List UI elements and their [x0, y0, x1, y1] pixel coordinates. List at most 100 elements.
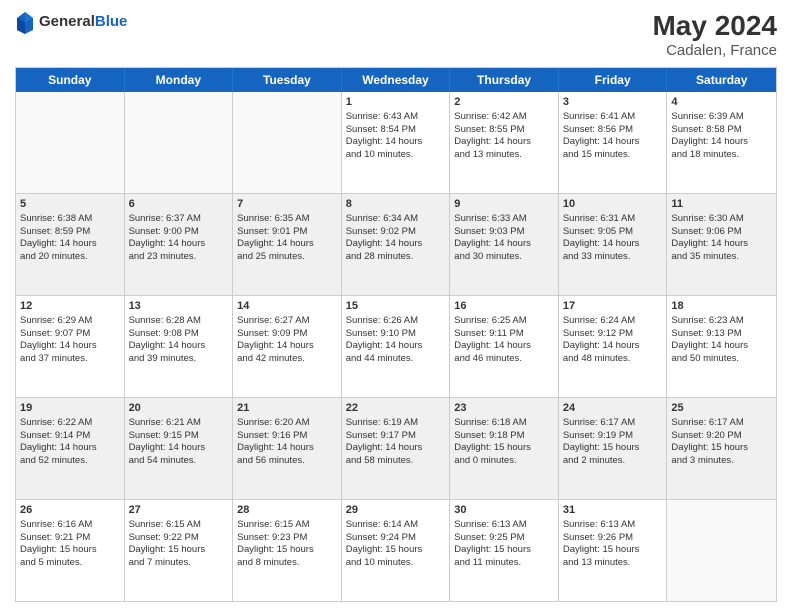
cell-line: Sunset: 9:09 PM — [237, 328, 337, 341]
cell-line: Sunrise: 6:39 AM — [671, 111, 772, 124]
cell-line: Sunset: 9:24 PM — [346, 532, 446, 545]
cell-line: Sunrise: 6:27 AM — [237, 315, 337, 328]
cell-line: Daylight: 14 hours — [563, 136, 663, 149]
cell-line: Daylight: 14 hours — [454, 136, 554, 149]
cell-line: Sunset: 9:17 PM — [346, 430, 446, 443]
cell-line: Sunset: 8:56 PM — [563, 124, 663, 137]
day-number: 18 — [671, 299, 772, 314]
cell-line: Sunrise: 6:14 AM — [346, 519, 446, 532]
cell-line: and 56 minutes. — [237, 455, 337, 468]
cell-line: and 30 minutes. — [454, 251, 554, 264]
cell-line: Sunset: 9:00 PM — [129, 226, 229, 239]
cell-line: and 44 minutes. — [346, 353, 446, 366]
title-block: May 2024 Cadalen, France — [652, 10, 777, 59]
day-number: 26 — [20, 503, 120, 518]
logo-icon — [15, 10, 35, 34]
day-number: 4 — [671, 95, 772, 110]
cal-cell-day-21: 21Sunrise: 6:20 AMSunset: 9:16 PMDayligh… — [233, 398, 342, 499]
cell-line: and 46 minutes. — [454, 353, 554, 366]
cal-cell-empty — [233, 92, 342, 193]
cell-line: Daylight: 14 hours — [237, 442, 337, 455]
cell-line: and 10 minutes. — [346, 557, 446, 570]
cal-cell-day-9: 9Sunrise: 6:33 AMSunset: 9:03 PMDaylight… — [450, 194, 559, 295]
day-number: 22 — [346, 401, 446, 416]
cell-line: Daylight: 14 hours — [671, 340, 772, 353]
calendar-body: 1Sunrise: 6:43 AMSunset: 8:54 PMDaylight… — [16, 92, 776, 601]
cell-line: Sunrise: 6:33 AM — [454, 213, 554, 226]
cal-cell-day-5: 5Sunrise: 6:38 AMSunset: 8:59 PMDaylight… — [16, 194, 125, 295]
cal-cell-day-12: 12Sunrise: 6:29 AMSunset: 9:07 PMDayligh… — [16, 296, 125, 397]
cell-line: and 11 minutes. — [454, 557, 554, 570]
day-number: 3 — [563, 95, 663, 110]
cell-line: Daylight: 14 hours — [454, 238, 554, 251]
cell-line: Sunrise: 6:35 AM — [237, 213, 337, 226]
day-number: 29 — [346, 503, 446, 518]
cell-line: and 35 minutes. — [671, 251, 772, 264]
cal-cell-day-6: 6Sunrise: 6:37 AMSunset: 9:00 PMDaylight… — [125, 194, 234, 295]
cell-line: Sunrise: 6:23 AM — [671, 315, 772, 328]
cell-line: Sunset: 9:12 PM — [563, 328, 663, 341]
cell-line: Daylight: 14 hours — [346, 136, 446, 149]
cell-line: Sunrise: 6:18 AM — [454, 417, 554, 430]
cell-line: and 5 minutes. — [20, 557, 120, 570]
cell-line: Sunset: 9:14 PM — [20, 430, 120, 443]
cell-line: and 20 minutes. — [20, 251, 120, 264]
cal-cell-day-24: 24Sunrise: 6:17 AMSunset: 9:19 PMDayligh… — [559, 398, 668, 499]
day-number: 2 — [454, 95, 554, 110]
cell-line: Daylight: 14 hours — [129, 442, 229, 455]
cell-line: Daylight: 14 hours — [237, 340, 337, 353]
day-number: 20 — [129, 401, 229, 416]
cell-line: and 15 minutes. — [563, 149, 663, 162]
cal-cell-day-7: 7Sunrise: 6:35 AMSunset: 9:01 PMDaylight… — [233, 194, 342, 295]
cal-cell-day-2: 2Sunrise: 6:42 AMSunset: 8:55 PMDaylight… — [450, 92, 559, 193]
cell-line: and 33 minutes. — [563, 251, 663, 264]
day-number: 6 — [129, 197, 229, 212]
cell-line: Sunrise: 6:15 AM — [129, 519, 229, 532]
cell-line: Sunset: 9:25 PM — [454, 532, 554, 545]
cell-line: Sunrise: 6:28 AM — [129, 315, 229, 328]
day-header-friday: Friday — [559, 68, 668, 92]
day-header-wednesday: Wednesday — [342, 68, 451, 92]
day-number: 27 — [129, 503, 229, 518]
cell-line: and 2 minutes. — [563, 455, 663, 468]
cal-cell-day-29: 29Sunrise: 6:14 AMSunset: 9:24 PMDayligh… — [342, 500, 451, 601]
cell-line: Sunset: 9:02 PM — [346, 226, 446, 239]
header: GeneralBlue May 2024 Cadalen, France — [15, 10, 777, 59]
day-number: 24 — [563, 401, 663, 416]
day-number: 13 — [129, 299, 229, 314]
logo-text: GeneralBlue — [39, 14, 127, 31]
cell-line: Sunrise: 6:43 AM — [346, 111, 446, 124]
cal-cell-day-26: 26Sunrise: 6:16 AMSunset: 9:21 PMDayligh… — [16, 500, 125, 601]
cal-cell-day-14: 14Sunrise: 6:27 AMSunset: 9:09 PMDayligh… — [233, 296, 342, 397]
cell-line: Sunrise: 6:16 AM — [20, 519, 120, 532]
day-number: 5 — [20, 197, 120, 212]
cell-line: and 48 minutes. — [563, 353, 663, 366]
cell-line: Daylight: 14 hours — [563, 238, 663, 251]
cell-line: Sunset: 8:59 PM — [20, 226, 120, 239]
cell-line: Daylight: 14 hours — [563, 340, 663, 353]
cell-line: and 25 minutes. — [237, 251, 337, 264]
cell-line: Daylight: 14 hours — [346, 238, 446, 251]
cell-line: Sunset: 9:11 PM — [454, 328, 554, 341]
cell-line: Daylight: 15 hours — [563, 544, 663, 557]
cell-line: Daylight: 14 hours — [671, 238, 772, 251]
cal-cell-empty — [16, 92, 125, 193]
cell-line: Sunrise: 6:15 AM — [237, 519, 337, 532]
cal-cell-empty — [667, 500, 776, 601]
cal-cell-empty — [125, 92, 234, 193]
cal-row-2: 5Sunrise: 6:38 AMSunset: 8:59 PMDaylight… — [16, 194, 776, 296]
cell-line: Daylight: 15 hours — [237, 544, 337, 557]
cal-cell-day-18: 18Sunrise: 6:23 AMSunset: 9:13 PMDayligh… — [667, 296, 776, 397]
location: Cadalen, France — [652, 42, 777, 59]
cell-line: Sunrise: 6:13 AM — [563, 519, 663, 532]
cell-line: Daylight: 15 hours — [129, 544, 229, 557]
cal-cell-day-22: 22Sunrise: 6:19 AMSunset: 9:17 PMDayligh… — [342, 398, 451, 499]
day-number: 28 — [237, 503, 337, 518]
cell-line: Daylight: 15 hours — [20, 544, 120, 557]
cell-line: Sunrise: 6:42 AM — [454, 111, 554, 124]
cal-cell-day-23: 23Sunrise: 6:18 AMSunset: 9:18 PMDayligh… — [450, 398, 559, 499]
cell-line: Daylight: 14 hours — [454, 340, 554, 353]
calendar: SundayMondayTuesdayWednesdayThursdayFrid… — [15, 67, 777, 602]
day-number: 9 — [454, 197, 554, 212]
cell-line: Sunset: 8:55 PM — [454, 124, 554, 137]
